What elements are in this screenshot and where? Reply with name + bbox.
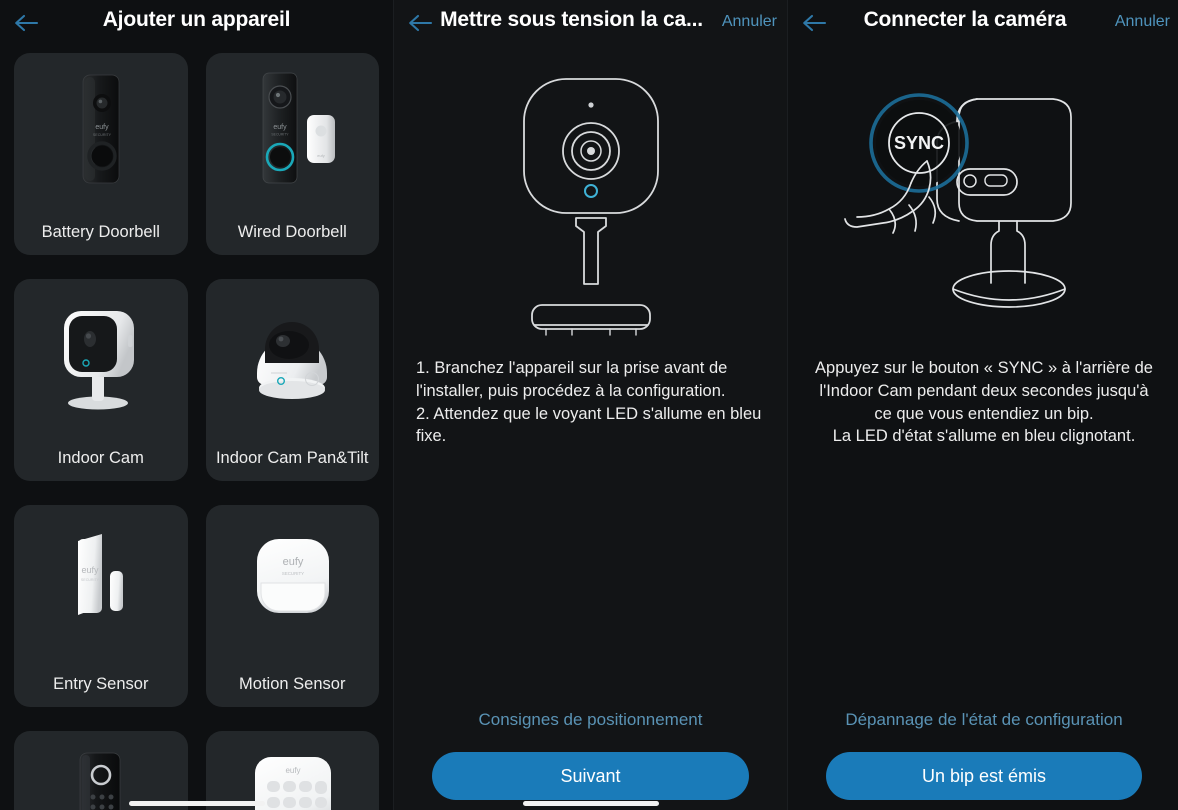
three-panel-flow: Ajouter un appareil eufy SECURITY Batter… <box>0 0 1178 810</box>
panel-bottom-actions: Consignes de positionnement Suivant <box>394 710 787 810</box>
device-card-label: Battery Doorbell <box>41 222 160 241</box>
svg-text:eufy: eufy <box>81 565 99 575</box>
device-card-label: Indoor Cam Pan&Tilt <box>215 448 369 467</box>
panel-bottom-actions: Dépannage de l'état de configuration Un … <box>788 710 1178 810</box>
panel-power-on-camera: Mettre sous tension la ca... Annuler 1. … <box>393 0 787 810</box>
device-card-label: Indoor Cam <box>57 448 144 467</box>
device-card-smart-lock[interactable] <box>14 731 188 810</box>
page-title: Ajouter un appareil <box>102 8 291 31</box>
page-title: Mettre sous tension la ca... <box>440 8 703 31</box>
svg-text:SECURITY: SECURITY <box>272 133 290 137</box>
svg-text:eufy: eufy <box>317 153 325 158</box>
svg-text:eufy: eufy <box>286 766 301 775</box>
device-card-keypad[interactable]: eufy <box>205 731 380 810</box>
svg-text:eufy: eufy <box>274 124 288 131</box>
positioning-guidelines-link[interactable]: Consignes de positionnement <box>432 710 749 730</box>
next-button[interactable]: Suivant <box>432 752 749 800</box>
device-grid: eufy SECURITY Battery Doorbell eufy SECU… <box>0 47 393 810</box>
cancel-button[interactable]: Annuler <box>722 13 777 31</box>
beep-confirm-button[interactable]: Un bip est émis <box>826 752 1142 800</box>
svg-text:eufy: eufy <box>95 124 109 131</box>
battery-doorbell-icon: eufy SECURITY <box>14 63 188 195</box>
device-card-label: Wired Doorbell <box>237 222 347 241</box>
page-title: Connecter la caméra <box>863 8 1067 31</box>
sync-button-label: SYNC <box>894 133 944 153</box>
wired-doorbell-icon: eufy SECURITY eufy <box>206 63 380 195</box>
home-indicator <box>128 801 265 806</box>
press-sync-button-line-drawing: SYNC <box>788 57 1178 357</box>
svg-text:SECURITY: SECURITY <box>93 133 112 137</box>
arrow-left-icon <box>409 14 433 32</box>
instructions-text: Appuyez sur le bouton « SYNC » à l'arriè… <box>815 359 1153 446</box>
navbar-power-on-camera: Mettre sous tension la ca... Annuler <box>394 0 787 47</box>
device-card-motion-sensor[interactable]: eufy SECURITY Motion Sensor <box>205 505 380 707</box>
home-indicator <box>522 801 659 806</box>
instructions-text: 1. Branchez l'appareil sur la prise avan… <box>416 359 762 446</box>
smart-lock-icon <box>14 741 188 810</box>
navbar-add-device: Ajouter un appareil <box>0 0 393 47</box>
device-card-indoor-cam-pan-tilt[interactable]: Indoor Cam Pan&Tilt <box>205 279 380 481</box>
indoor-cam-pan-tilt-icon <box>206 289 380 421</box>
back-button[interactable] <box>402 6 438 40</box>
panel-add-device: Ajouter un appareil eufy SECURITY Batter… <box>0 0 393 810</box>
svg-text:eufy: eufy <box>283 556 304 568</box>
device-card-indoor-cam[interactable]: Indoor Cam <box>14 279 188 481</box>
svg-text:SECURITY: SECURITY <box>81 578 100 582</box>
device-card-label: Motion Sensor <box>239 674 346 693</box>
motion-sensor-icon: eufy SECURITY <box>206 515 380 647</box>
indoor-cam-line-drawing <box>394 57 787 357</box>
cancel-button[interactable]: Annuler <box>1115 13 1170 31</box>
back-button[interactable] <box>796 6 832 40</box>
device-card-wired-doorbell[interactable]: eufy SECURITY eufy Wired Doorbell <box>205 53 380 255</box>
entry-sensor-icon: eufy SECURITY <box>14 515 188 647</box>
navbar-connect-camera: Connecter la caméra Annuler <box>788 0 1178 47</box>
device-card-label: Entry Sensor <box>53 674 149 693</box>
device-card-battery-doorbell[interactable]: eufy SECURITY Battery Doorbell <box>14 53 188 255</box>
keypad-icon: eufy <box>206 741 380 810</box>
indoor-cam-icon <box>14 289 188 421</box>
device-card-entry-sensor[interactable]: eufy SECURITY Entry Sensor <box>14 505 188 707</box>
arrow-left-icon <box>15 14 39 32</box>
troubleshooting-link[interactable]: Dépannage de l'état de configuration <box>826 710 1142 730</box>
back-button[interactable] <box>8 6 44 40</box>
panel-connect-camera: Connecter la caméra Annuler SYNC Appuyez… <box>787 0 1178 810</box>
svg-text:SECURITY: SECURITY <box>282 571 304 576</box>
arrow-left-icon <box>803 14 827 32</box>
